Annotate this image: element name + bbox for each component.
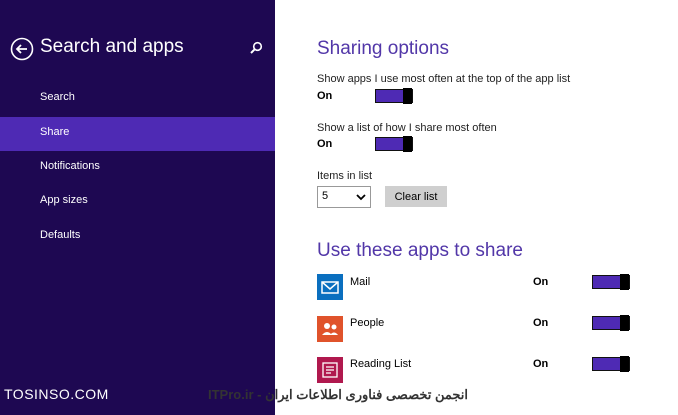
sidebar-item-label: App sizes — [40, 194, 88, 206]
option-share-list-state: On — [317, 138, 333, 150]
sidebar: Search and apps Search Share Notificatio… — [0, 0, 275, 415]
toggle-knob — [403, 136, 412, 152]
share-list-toggle[interactable] — [375, 136, 413, 152]
app-name-mail: Mail — [350, 276, 371, 288]
sidebar-item-search[interactable]: Search — [0, 82, 275, 116]
sidebar-item-defaults[interactable]: Defaults — [0, 220, 275, 254]
frequent-apps-toggle[interactable] — [375, 88, 413, 104]
app-name-people: People — [350, 317, 385, 329]
people-share-toggle[interactable] — [592, 315, 630, 331]
sidebar-item-notifications[interactable]: Notifications — [0, 151, 275, 185]
items-in-list-select[interactable]: 5 — [317, 186, 371, 208]
toggle-knob — [620, 356, 629, 372]
app-state-reading-list: On — [533, 358, 549, 370]
toggle-knob — [620, 315, 629, 331]
toggle-knob — [403, 88, 412, 104]
sidebar-item-label: Defaults — [40, 229, 81, 241]
items-in-list-label: Items in list — [317, 170, 373, 182]
clear-list-button[interactable]: Clear list — [385, 186, 447, 207]
sharing-options-heading: Sharing options — [317, 38, 450, 59]
mail-share-toggle[interactable] — [592, 274, 630, 290]
sidebar-item-label: Search — [40, 91, 75, 103]
watermark-right: ITPro.ir - انجمن تخصصی فناوری اطلاعات ای… — [208, 387, 468, 402]
app-name-reading-list: Reading List — [350, 358, 412, 370]
reading-list-share-toggle[interactable] — [592, 356, 630, 372]
sidebar-title: Search and apps — [40, 36, 184, 57]
back-arrow-icon[interactable] — [10, 37, 34, 61]
search-icon[interactable] — [248, 40, 264, 56]
sidebar-item-label: Share — [40, 126, 70, 138]
toggle-knob — [620, 274, 629, 290]
app-state-mail: On — [533, 276, 549, 288]
sidebar-item-share[interactable]: Share — [0, 117, 275, 151]
option-share-list-label: Show a list of how I share most often — [317, 122, 497, 134]
people-icon — [317, 316, 343, 342]
option-frequent-apps-label: Show apps I use most often at the top of… — [317, 73, 571, 85]
items-in-list-value: 5 — [322, 190, 329, 202]
watermark-left: TOSINSO.COM — [4, 386, 109, 402]
sidebar-item-app-sizes[interactable]: App sizes — [0, 185, 275, 219]
mail-icon — [317, 274, 343, 300]
option-frequent-apps-state: On — [317, 90, 333, 102]
app-state-people: On — [533, 317, 549, 329]
reading-list-icon — [317, 357, 343, 383]
chevron-down-icon — [356, 190, 366, 202]
share-apps-heading: Use these apps to share — [317, 240, 523, 261]
sidebar-item-label: Notifications — [40, 160, 100, 172]
